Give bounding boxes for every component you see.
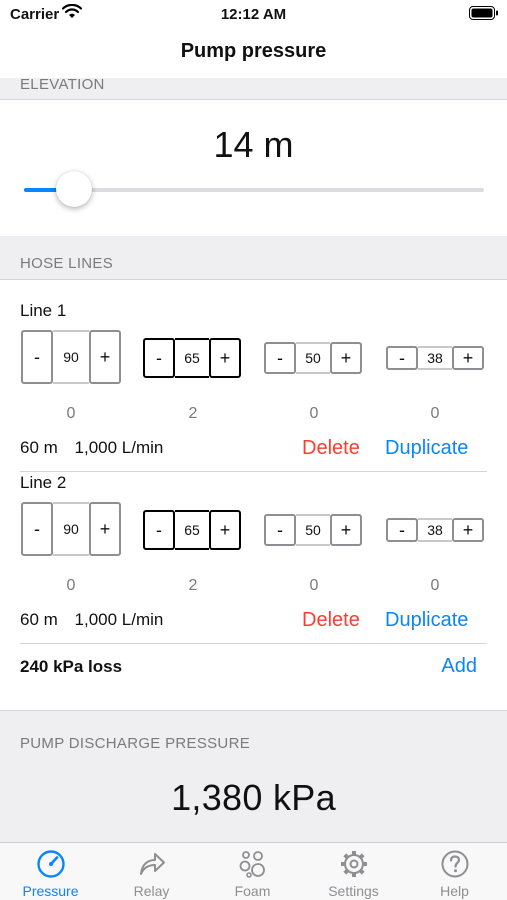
hose-size-value: 65 xyxy=(175,338,209,378)
tab-settings[interactable]: Settings xyxy=(303,843,404,900)
increment-button[interactable]: + xyxy=(452,518,484,542)
duplicate-line-button[interactable]: Duplicate xyxy=(385,609,468,632)
gauge-icon xyxy=(37,850,65,878)
hose-size-value: 90 xyxy=(53,502,89,556)
hose-count: 0 xyxy=(309,577,319,594)
tab-label: Relay xyxy=(133,883,170,899)
delete-line-button[interactable]: Delete xyxy=(302,609,360,632)
increment-button[interactable]: + xyxy=(209,510,241,550)
page-title: Pump pressure xyxy=(180,40,327,62)
duplicate-line-button[interactable]: Duplicate xyxy=(385,437,468,460)
hose-size-value: 50 xyxy=(296,514,330,546)
hose-stepper-50: - 50 + xyxy=(264,342,362,374)
hose-size-value: 50 xyxy=(296,342,330,374)
bubbles-icon xyxy=(239,851,265,878)
hose-size-value: 38 xyxy=(418,346,452,370)
elevation-value: 14 m xyxy=(213,124,294,165)
add-line-button[interactable]: Add xyxy=(441,655,477,678)
hose-stepper-90: - 90 + xyxy=(21,502,121,556)
hose-count: 2 xyxy=(188,405,198,422)
hose-count: 0 xyxy=(66,577,76,594)
decrement-button[interactable]: - xyxy=(143,510,175,550)
elevation-slider-track[interactable] xyxy=(24,188,484,192)
pump-discharge-header: PUMP DISCHARGE PRESSURE xyxy=(20,735,251,752)
pump-discharge-section: PUMP DISCHARGE PRESSURE 1,380 kPa xyxy=(0,710,507,842)
increment-button[interactable]: + xyxy=(89,330,121,384)
line-divider xyxy=(20,471,487,472)
hose-stepper-38: - 38 + xyxy=(386,518,484,542)
tab-help[interactable]: Help xyxy=(404,843,505,900)
hose-count: 2 xyxy=(188,577,198,594)
line-flow: 1,000 L/min xyxy=(74,610,164,629)
line-summary: 60 m 1,000 L/min xyxy=(20,438,163,458)
hose-size-value: 38 xyxy=(418,518,452,542)
increment-button[interactable]: + xyxy=(330,514,362,546)
decrement-button[interactable]: - xyxy=(143,338,175,378)
hose-lines-section-header: HOSE LINES xyxy=(0,236,507,280)
hose-stepper-50: - 50 + xyxy=(264,514,362,546)
tab-relay[interactable]: Relay xyxy=(101,843,202,900)
hose-size-value: 65 xyxy=(175,510,209,550)
hose-count: 0 xyxy=(309,405,319,422)
hose-count: 0 xyxy=(430,405,440,422)
decrement-button[interactable]: - xyxy=(386,346,418,370)
gear-icon xyxy=(341,851,367,877)
total-loss-label: 240 kPa loss xyxy=(20,657,123,676)
decrement-button[interactable]: - xyxy=(386,518,418,542)
hose-size-value: 90 xyxy=(53,330,89,384)
line-title: Line 2 xyxy=(20,473,67,492)
tab-label: Pressure xyxy=(22,883,79,899)
hose-stepper-65: - 65 + xyxy=(143,510,241,550)
hose-stepper-90: - 90 + xyxy=(21,330,121,384)
decrement-button[interactable]: - xyxy=(264,342,296,374)
increment-button[interactable]: + xyxy=(330,342,362,374)
tab-label: Settings xyxy=(328,883,379,899)
line-summary: 60 m 1,000 L/min xyxy=(20,610,163,630)
battery-icon xyxy=(469,6,498,20)
line-length: 60 m xyxy=(20,610,58,629)
decrement-button[interactable]: - xyxy=(21,502,53,556)
tab-pressure[interactable]: Pressure xyxy=(0,843,101,900)
line-title: Line 1 xyxy=(20,301,67,320)
hose-stepper-38: - 38 + xyxy=(386,346,484,370)
tab-bar: Pressure Relay Foam Settings Help xyxy=(0,842,507,900)
tab-label: Foam xyxy=(234,883,271,899)
share-arrow-icon xyxy=(140,853,165,875)
line-length: 60 m xyxy=(20,438,58,457)
increment-button[interactable]: + xyxy=(89,502,121,556)
elevation-section-header: ELEVATION xyxy=(0,77,507,100)
hose-stepper-65: - 65 + xyxy=(143,338,241,378)
pump-discharge-value: 1,380 kPa xyxy=(171,777,336,818)
increment-button[interactable]: + xyxy=(209,338,241,378)
hose-count: 0 xyxy=(430,577,440,594)
status-bar: Carrier 12:12 AM xyxy=(0,0,507,30)
line-flow: 1,000 L/min xyxy=(74,438,164,457)
question-icon xyxy=(441,850,469,878)
elevation-slider-thumb[interactable] xyxy=(56,171,93,207)
tab-foam[interactable]: Foam xyxy=(202,843,303,900)
line-divider xyxy=(20,643,487,644)
tab-label: Help xyxy=(440,883,469,899)
delete-line-button[interactable]: Delete xyxy=(302,437,360,460)
decrement-button[interactable]: - xyxy=(21,330,53,384)
hose-count: 0 xyxy=(66,405,76,422)
decrement-button[interactable]: - xyxy=(264,514,296,546)
status-time: 12:12 AM xyxy=(220,6,287,23)
increment-button[interactable]: + xyxy=(452,346,484,370)
